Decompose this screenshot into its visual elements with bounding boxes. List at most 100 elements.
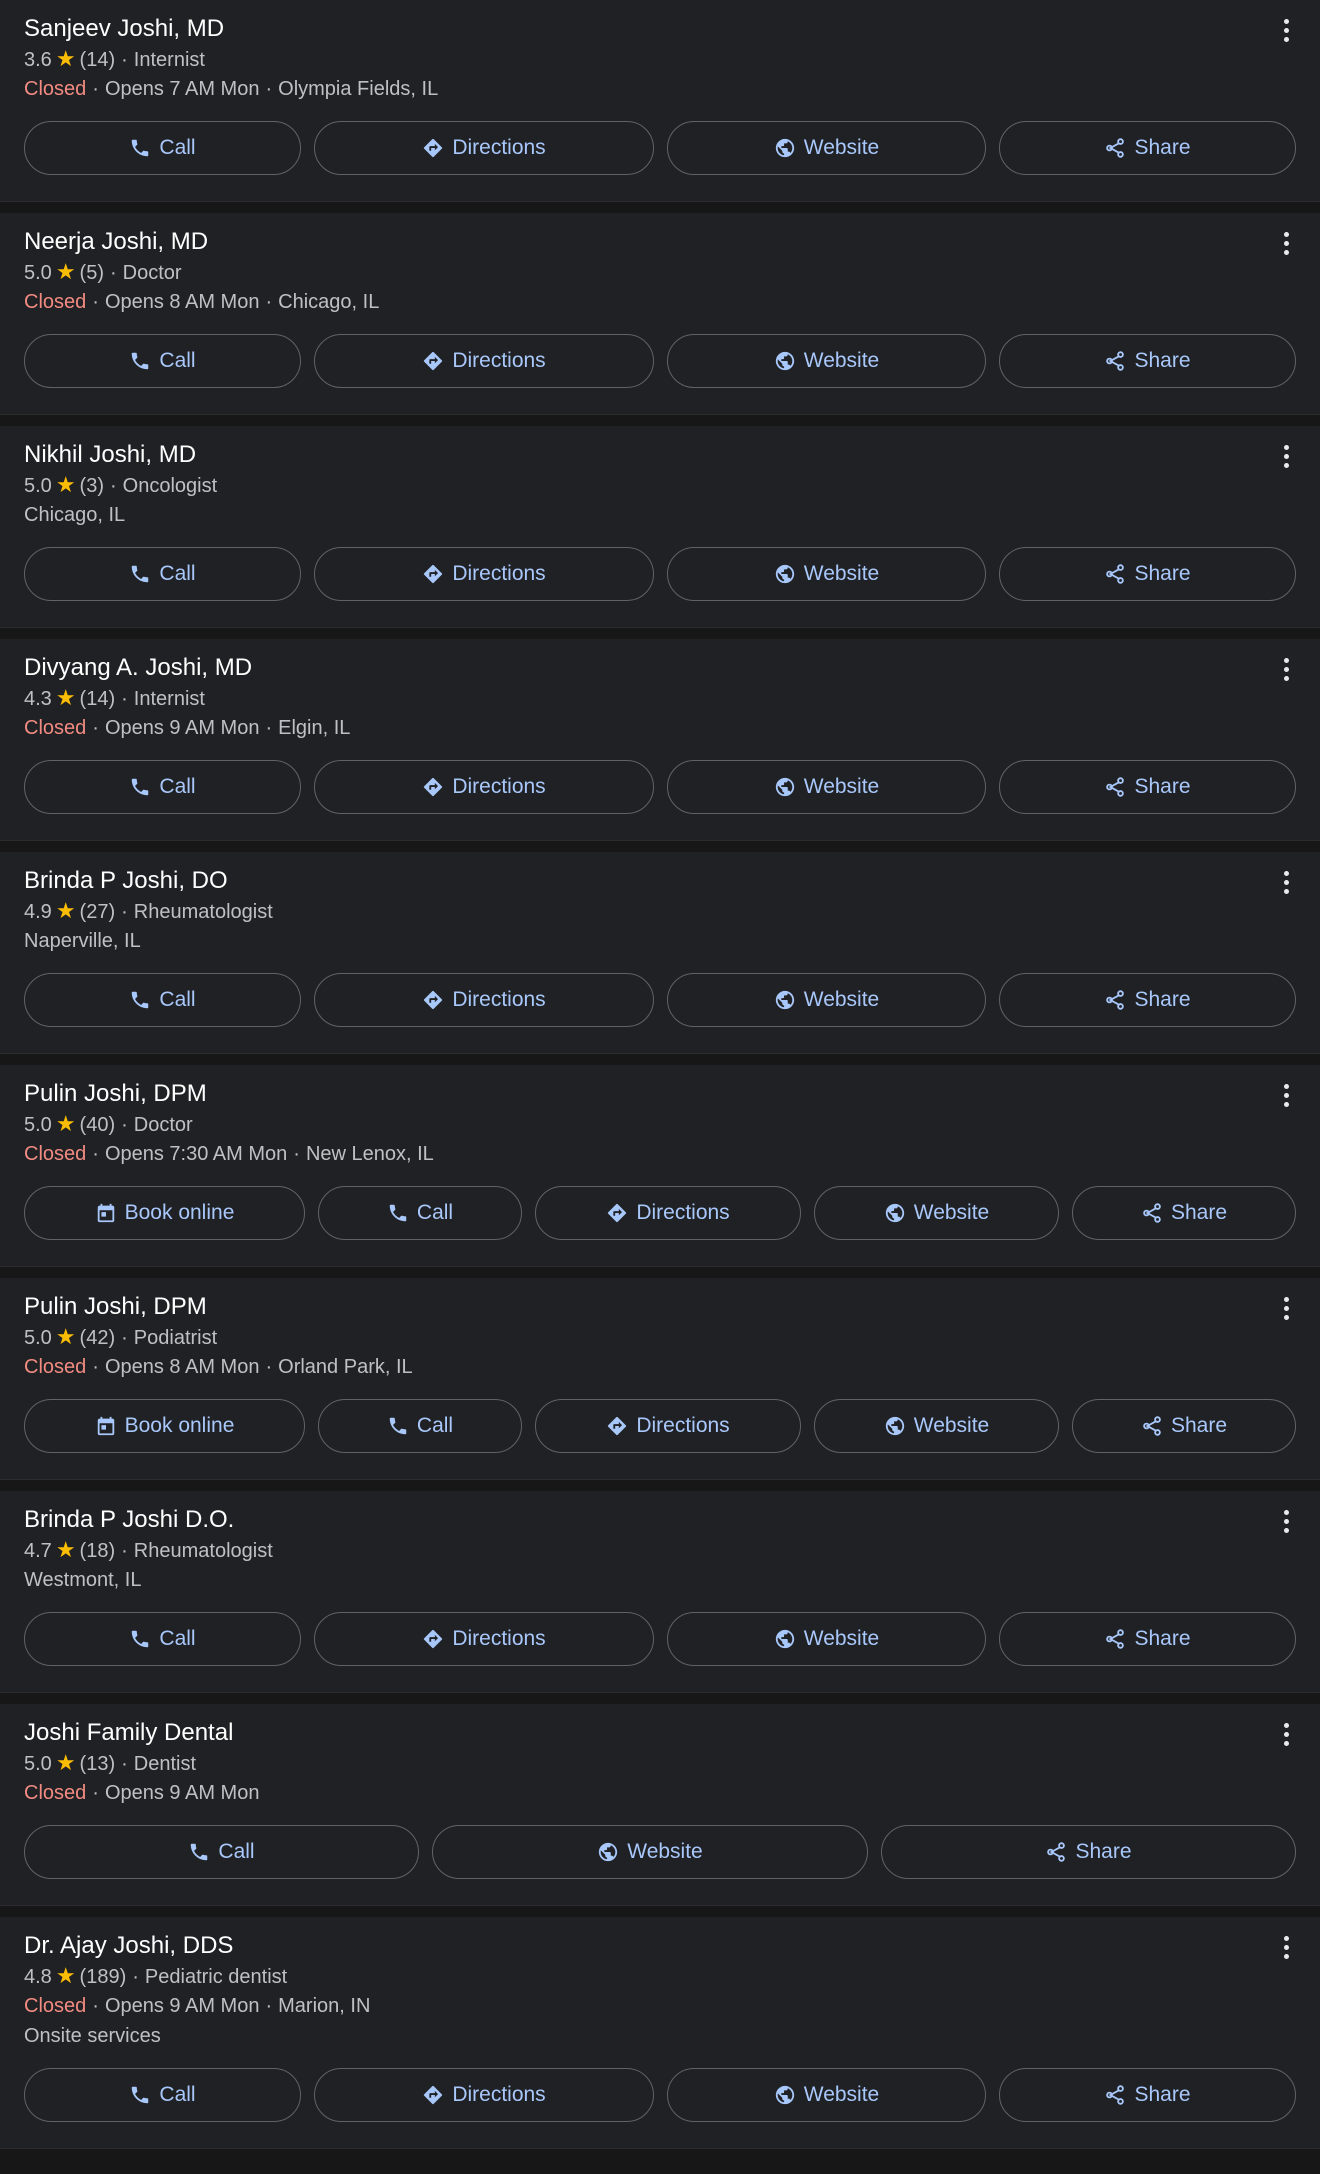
- call-button[interactable]: Call: [318, 1399, 522, 1453]
- website-button[interactable]: Website: [667, 121, 986, 175]
- status-badge: Closed: [24, 78, 87, 100]
- directions-button[interactable]: Directions: [314, 760, 654, 814]
- directions-button[interactable]: Directions: [314, 121, 654, 175]
- share-button[interactable]: Share: [999, 973, 1296, 1027]
- separator: ·: [121, 901, 128, 923]
- call-button[interactable]: Call: [24, 1825, 419, 1879]
- call-label: Call: [159, 2083, 196, 2106]
- listing-card[interactable]: Brinda P Joshi, DO 4.9 ★ (27) · Rheumatologis…: [0, 852, 1320, 1054]
- star-icon: ★: [55, 898, 76, 923]
- review-count: (14): [79, 49, 116, 71]
- more-options-icon[interactable]: [1274, 1722, 1298, 1746]
- rating-line: 4.8 ★ (189) · Pediatric dentist: [24, 1961, 1296, 1991]
- listing-card[interactable]: Divyang A. Joshi, MD 4.3 ★ (14) · Internist Cl…: [0, 639, 1320, 841]
- website-button[interactable]: Website: [814, 1399, 1059, 1453]
- directions-button[interactable]: Directions: [314, 334, 654, 388]
- directions-button[interactable]: Directions: [535, 1186, 801, 1240]
- website-button[interactable]: Website: [667, 547, 986, 601]
- more-options-icon[interactable]: [1274, 18, 1298, 42]
- share-icon: [1104, 137, 1126, 159]
- star-icon: ★: [55, 1111, 76, 1136]
- call-label: Call: [159, 562, 196, 585]
- share-button[interactable]: Share: [999, 547, 1296, 601]
- more-options-icon[interactable]: [1274, 231, 1298, 255]
- rating-value: 5.0: [24, 1327, 52, 1349]
- website-label: Website: [803, 349, 880, 372]
- star-icon: ★: [55, 259, 76, 284]
- share-button[interactable]: Share: [1072, 1186, 1296, 1240]
- directions-button[interactable]: Directions: [314, 973, 654, 1027]
- call-label: Call: [159, 349, 196, 372]
- directions-label: Directions: [452, 349, 546, 372]
- more-options-icon[interactable]: [1274, 1935, 1298, 1959]
- rating-line: 5.0 ★ (5) · Doctor: [24, 257, 1296, 287]
- call-button[interactable]: Call: [24, 760, 301, 814]
- share-button[interactable]: Share: [999, 760, 1296, 814]
- action-buttons: Call Directions Website Share: [24, 2068, 1296, 2148]
- hours-line: Chicago, IL: [24, 500, 1296, 530]
- call-label: Call: [159, 1627, 196, 1650]
- rating-line: 5.0 ★ (42) · Podiatrist: [24, 1322, 1296, 1352]
- category: Rheumatologist: [133, 901, 273, 923]
- book-online-button[interactable]: Book online: [24, 1186, 305, 1240]
- listing-name: Divyang A. Joshi, MD: [24, 654, 253, 681]
- action-buttons: Call Directions Website Share: [24, 121, 1296, 201]
- listing-card[interactable]: Neerja Joshi, MD 5.0 ★ (5) · Doctor Closed · Ope…: [0, 213, 1320, 415]
- location: Chicago, IL: [24, 504, 126, 526]
- listing-name: Neerja Joshi, MD: [24, 228, 209, 255]
- call-button[interactable]: Call: [24, 2068, 301, 2122]
- more-options-icon[interactable]: [1274, 870, 1298, 894]
- call-button[interactable]: Call: [24, 547, 301, 601]
- call-button[interactable]: Call: [24, 1612, 301, 1666]
- listing-name: Dr. Ajay Joshi, DDS: [24, 1932, 234, 1959]
- directions-button[interactable]: Directions: [314, 1612, 654, 1666]
- website-button[interactable]: Website: [667, 973, 986, 1027]
- rating-value: 4.8: [24, 1966, 52, 1988]
- directions-button[interactable]: Directions: [535, 1399, 801, 1453]
- category: Doctor: [122, 262, 182, 284]
- website-button[interactable]: Website: [432, 1825, 868, 1879]
- share-button[interactable]: Share: [999, 121, 1296, 175]
- website-button[interactable]: Website: [814, 1186, 1059, 1240]
- website-button[interactable]: Website: [667, 1612, 986, 1666]
- listing-card[interactable]: Pulin Joshi, DPM 5.0 ★ (40) · Doctor Closed · Op…: [0, 1065, 1320, 1267]
- website-button[interactable]: Website: [667, 760, 986, 814]
- more-options-icon[interactable]: [1274, 657, 1298, 681]
- share-button[interactable]: Share: [1072, 1399, 1296, 1453]
- separator: ·: [92, 291, 99, 313]
- listing-card[interactable]: Brinda P Joshi D.O. 4.7 ★ (18) · Rheumatologi…: [0, 1491, 1320, 1693]
- website-button[interactable]: Website: [667, 334, 986, 388]
- listing-name: Nikhil Joshi, MD: [24, 441, 197, 468]
- phone-icon: [188, 1841, 210, 1863]
- call-button[interactable]: Call: [318, 1186, 522, 1240]
- call-button[interactable]: Call: [24, 334, 301, 388]
- directions-button[interactable]: Directions: [314, 547, 654, 601]
- review-count: (42): [79, 1327, 116, 1349]
- directions-button[interactable]: Directions: [314, 2068, 654, 2122]
- phone-icon: [129, 350, 151, 372]
- review-count: (14): [79, 688, 116, 710]
- review-count: (27): [79, 901, 116, 923]
- listing-card[interactable]: Nikhil Joshi, MD 5.0 ★ (3) · Oncologist Chicag…: [0, 426, 1320, 628]
- more-options-icon[interactable]: [1274, 444, 1298, 468]
- listing-card[interactable]: Sanjeev Joshi, MD 3.6 ★ (14) · Internist Close…: [0, 0, 1320, 202]
- more-options-icon[interactable]: [1274, 1509, 1298, 1533]
- star-icon: ★: [55, 1963, 76, 1988]
- share-icon: [1104, 350, 1126, 372]
- call-button[interactable]: Call: [24, 973, 301, 1027]
- more-options-icon[interactable]: [1274, 1296, 1298, 1320]
- listing-card[interactable]: Pulin Joshi, DPM 5.0 ★ (42) · Podiatrist Close…: [0, 1278, 1320, 1480]
- more-options-icon[interactable]: [1274, 1083, 1298, 1107]
- share-button[interactable]: Share: [999, 1612, 1296, 1666]
- website-button[interactable]: Website: [667, 2068, 986, 2122]
- share-button[interactable]: Share: [999, 334, 1296, 388]
- globe-icon: [774, 350, 796, 372]
- directions-icon: [422, 776, 444, 798]
- share-button[interactable]: Share: [881, 1825, 1296, 1879]
- call-button[interactable]: Call: [24, 121, 301, 175]
- share-button[interactable]: Share: [999, 2068, 1296, 2122]
- book-online-button[interactable]: Book online: [24, 1399, 305, 1453]
- listing-card[interactable]: Joshi Family Dental 5.0 ★ (13) · Dentist Close…: [0, 1704, 1320, 1906]
- separator: ·: [265, 1995, 273, 2017]
- listing-card[interactable]: Dr. Ajay Joshi, DDS 4.8 ★ (189) · Pediatric d…: [0, 1917, 1320, 2149]
